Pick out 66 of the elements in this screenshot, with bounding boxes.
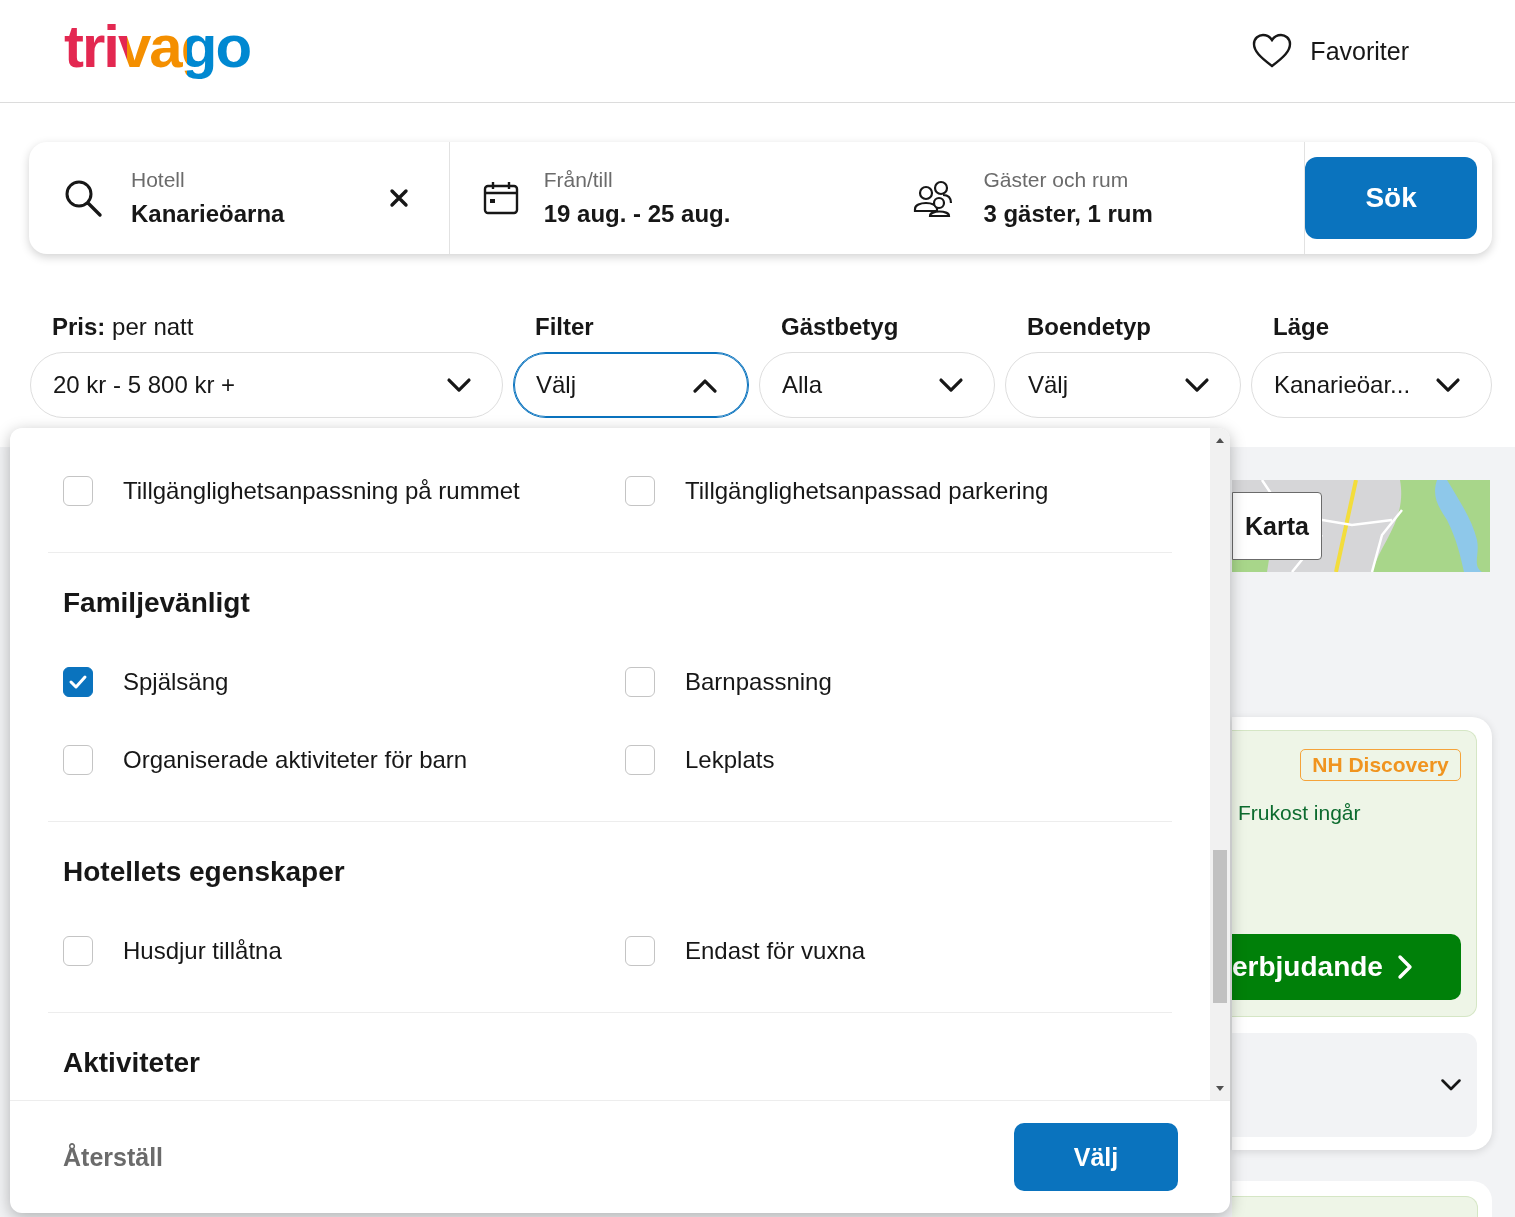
checkbox[interactable] — [63, 667, 93, 697]
field-value[interactable]: 19 aug. - 25 aug. — [543, 200, 845, 228]
brand-badge: NH Discovery — [1300, 749, 1461, 781]
perk-text: Frukost ingår — [1238, 801, 1362, 825]
option-label: Tillgänglighetsanpassad parkering — [685, 477, 1049, 505]
field-label: Hotell — [131, 168, 186, 192]
filter-dropdown[interactable]: Välj — [1005, 352, 1241, 418]
search-icon — [63, 178, 103, 218]
filter-option[interactable]: Organiserade aktiviteter för barn — [63, 721, 625, 799]
chevron-icon — [446, 376, 472, 394]
option-label: Organiserade aktiviteter för barn — [123, 746, 468, 774]
option-label: Barnpassning — [685, 668, 832, 696]
chevron-icon — [1435, 376, 1461, 394]
option-label: Spjälsäng — [123, 668, 229, 696]
filter-dropdown[interactable]: Välj — [513, 352, 749, 418]
filter-option[interactable]: Endast för vuxna — [625, 912, 1172, 990]
checkbox[interactable] — [63, 936, 93, 966]
close-icon[interactable] — [388, 188, 409, 208]
field-label: Gäster och rum — [983, 168, 1130, 192]
map-button[interactable]: Karta — [1232, 492, 1322, 560]
filter-option[interactable]: Barnpassning — [625, 643, 1172, 721]
filter-label: Läge — [1272, 312, 1330, 342]
option-label: Husdjur tillåtna — [123, 937, 282, 965]
filter-option[interactable]: Tillgänglighetsanpassning på rummet — [63, 452, 625, 530]
option-label: Lekplats — [685, 746, 775, 774]
chevron-icon — [1440, 1078, 1462, 1092]
checkbox[interactable] — [625, 936, 655, 966]
section-heading: Familjevänligt — [63, 586, 251, 620]
calendar-icon — [482, 181, 519, 215]
field-label: Från/till — [543, 168, 614, 192]
scrollbar[interactable] — [1210, 428, 1230, 1100]
deal-button[interactable]: erbjudande — [1232, 934, 1461, 1000]
chevron-icon — [938, 376, 964, 394]
option-label: Tillgänglighetsanpassning på rummet — [123, 477, 520, 505]
filter-dropdown[interactable]: Kanarieöar... — [1251, 352, 1492, 418]
chevron-icon — [1184, 376, 1210, 394]
search-button[interactable]: Sök — [1305, 157, 1477, 239]
filter-option[interactable]: Husdjur tillåtna — [63, 912, 625, 990]
filter-label: Filter — [534, 312, 595, 342]
section-heading: Hotellets egenskaper — [63, 855, 346, 889]
checkbox[interactable] — [625, 476, 655, 506]
people-icon — [913, 179, 954, 217]
check-icon — [68, 674, 88, 690]
filter-label: Pris: per natt — [51, 312, 195, 342]
chevron-icon — [692, 376, 718, 394]
filter-dropdown[interactable]: Alla — [759, 352, 995, 418]
checkbox[interactable] — [625, 745, 655, 775]
filter-dropdown[interactable]: 20 kr - 5 800 kr + — [30, 352, 503, 418]
apply-button[interactable]: Välj — [1014, 1123, 1178, 1191]
filter-label: Boendetyp — [1026, 312, 1152, 342]
checkbox[interactable] — [63, 745, 93, 775]
section-heading: Aktiviteter — [63, 1046, 201, 1080]
filter-label: Gästbetyg — [780, 312, 900, 342]
field-value[interactable]: 3 gäster, 1 rum — [983, 200, 1265, 228]
checkbox[interactable] — [63, 476, 93, 506]
heart-icon[interactable] — [1252, 33, 1293, 69]
filter-option[interactable]: Spjälsäng — [63, 643, 625, 721]
filter-option[interactable]: Lekplats — [625, 721, 1172, 799]
checkbox[interactable] — [625, 667, 655, 697]
favorites-link[interactable]: Favoriter — [1310, 36, 1409, 66]
reset-link[interactable]: Återställ — [63, 1142, 164, 1172]
filter-option[interactable]: Tillgänglighetsanpassad parkering — [625, 452, 1172, 530]
scrollbar-thumb[interactable] — [1213, 850, 1227, 1003]
option-label: Endast för vuxna — [685, 937, 866, 965]
chevron-right-icon — [1396, 954, 1413, 980]
field-value[interactable]: Kanarieöarna — [131, 200, 361, 228]
